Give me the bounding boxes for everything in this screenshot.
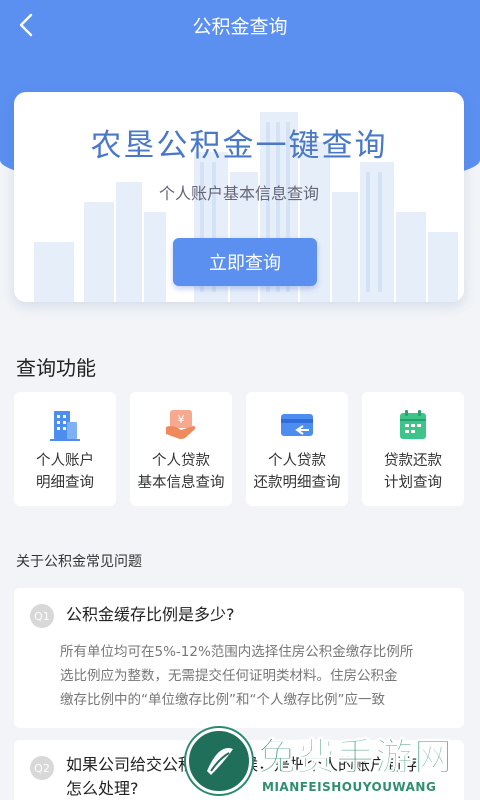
- function-loan-info[interactable]: ¥ 个人贷款 基本信息查询: [130, 392, 232, 506]
- function-label: 个人贷款 基本信息查询: [137, 453, 225, 491]
- yuan-loan-icon: ¥: [166, 410, 196, 439]
- functions-section-title: 查询功能: [16, 356, 96, 380]
- faq-question: 公积金缓存比例是多少?: [66, 605, 235, 624]
- query-now-button[interactable]: 立即查询: [173, 238, 317, 286]
- calendar-icon: [400, 410, 426, 439]
- watermark-subtitle: MIANFEISHOUYOUWANG: [262, 780, 437, 794]
- watermark-logo-icon: [186, 728, 252, 794]
- building-icon: [50, 411, 80, 441]
- function-label: 贷款还款 计划查询: [384, 453, 442, 491]
- hero-card: 农垦公积金一键查询 个人账户基本信息查询 立即查询: [14, 92, 464, 302]
- page-title: 公积金查询: [192, 15, 288, 38]
- function-account-detail[interactable]: 个人账户 明细查询: [14, 392, 116, 506]
- question-badge: Q1: [30, 604, 54, 628]
- svg-text:¥: ¥: [178, 413, 185, 426]
- faq-answer: 所有单位均可在5%-12%范围内选择住房公积金缴存比例所 选比例应为整数，无需提…: [60, 644, 414, 708]
- function-repay-detail[interactable]: 个人贷款 还款明细查询: [246, 392, 348, 506]
- card-repay-icon: [281, 414, 313, 436]
- question-badge: Q2: [30, 756, 54, 780]
- function-label: 个人贷款 还款明细查询: [253, 453, 341, 491]
- site-watermark: 免费手游网 MIANFEISHOUYOUWANG: [186, 724, 480, 800]
- hero-title: 农垦公积金一键查询: [90, 128, 388, 164]
- faq-item-q1[interactable]: Q1 公积金缓存比例是多少? 所有单位均可在5%-12%范围内选择住房公积金缴存…: [14, 588, 464, 728]
- back-chevron-icon[interactable]: [16, 12, 38, 38]
- hero-subtitle: 个人账户基本信息查询: [158, 184, 319, 203]
- function-label: 个人账户 明细查询: [36, 453, 94, 491]
- function-repay-plan[interactable]: 贷款还款 计划查询: [362, 392, 464, 506]
- watermark-title: 免费手游网: [257, 735, 454, 780]
- faq-heading: 关于公积金常见问题: [16, 554, 142, 570]
- top-navbar: 公积金查询: [0, 0, 480, 50]
